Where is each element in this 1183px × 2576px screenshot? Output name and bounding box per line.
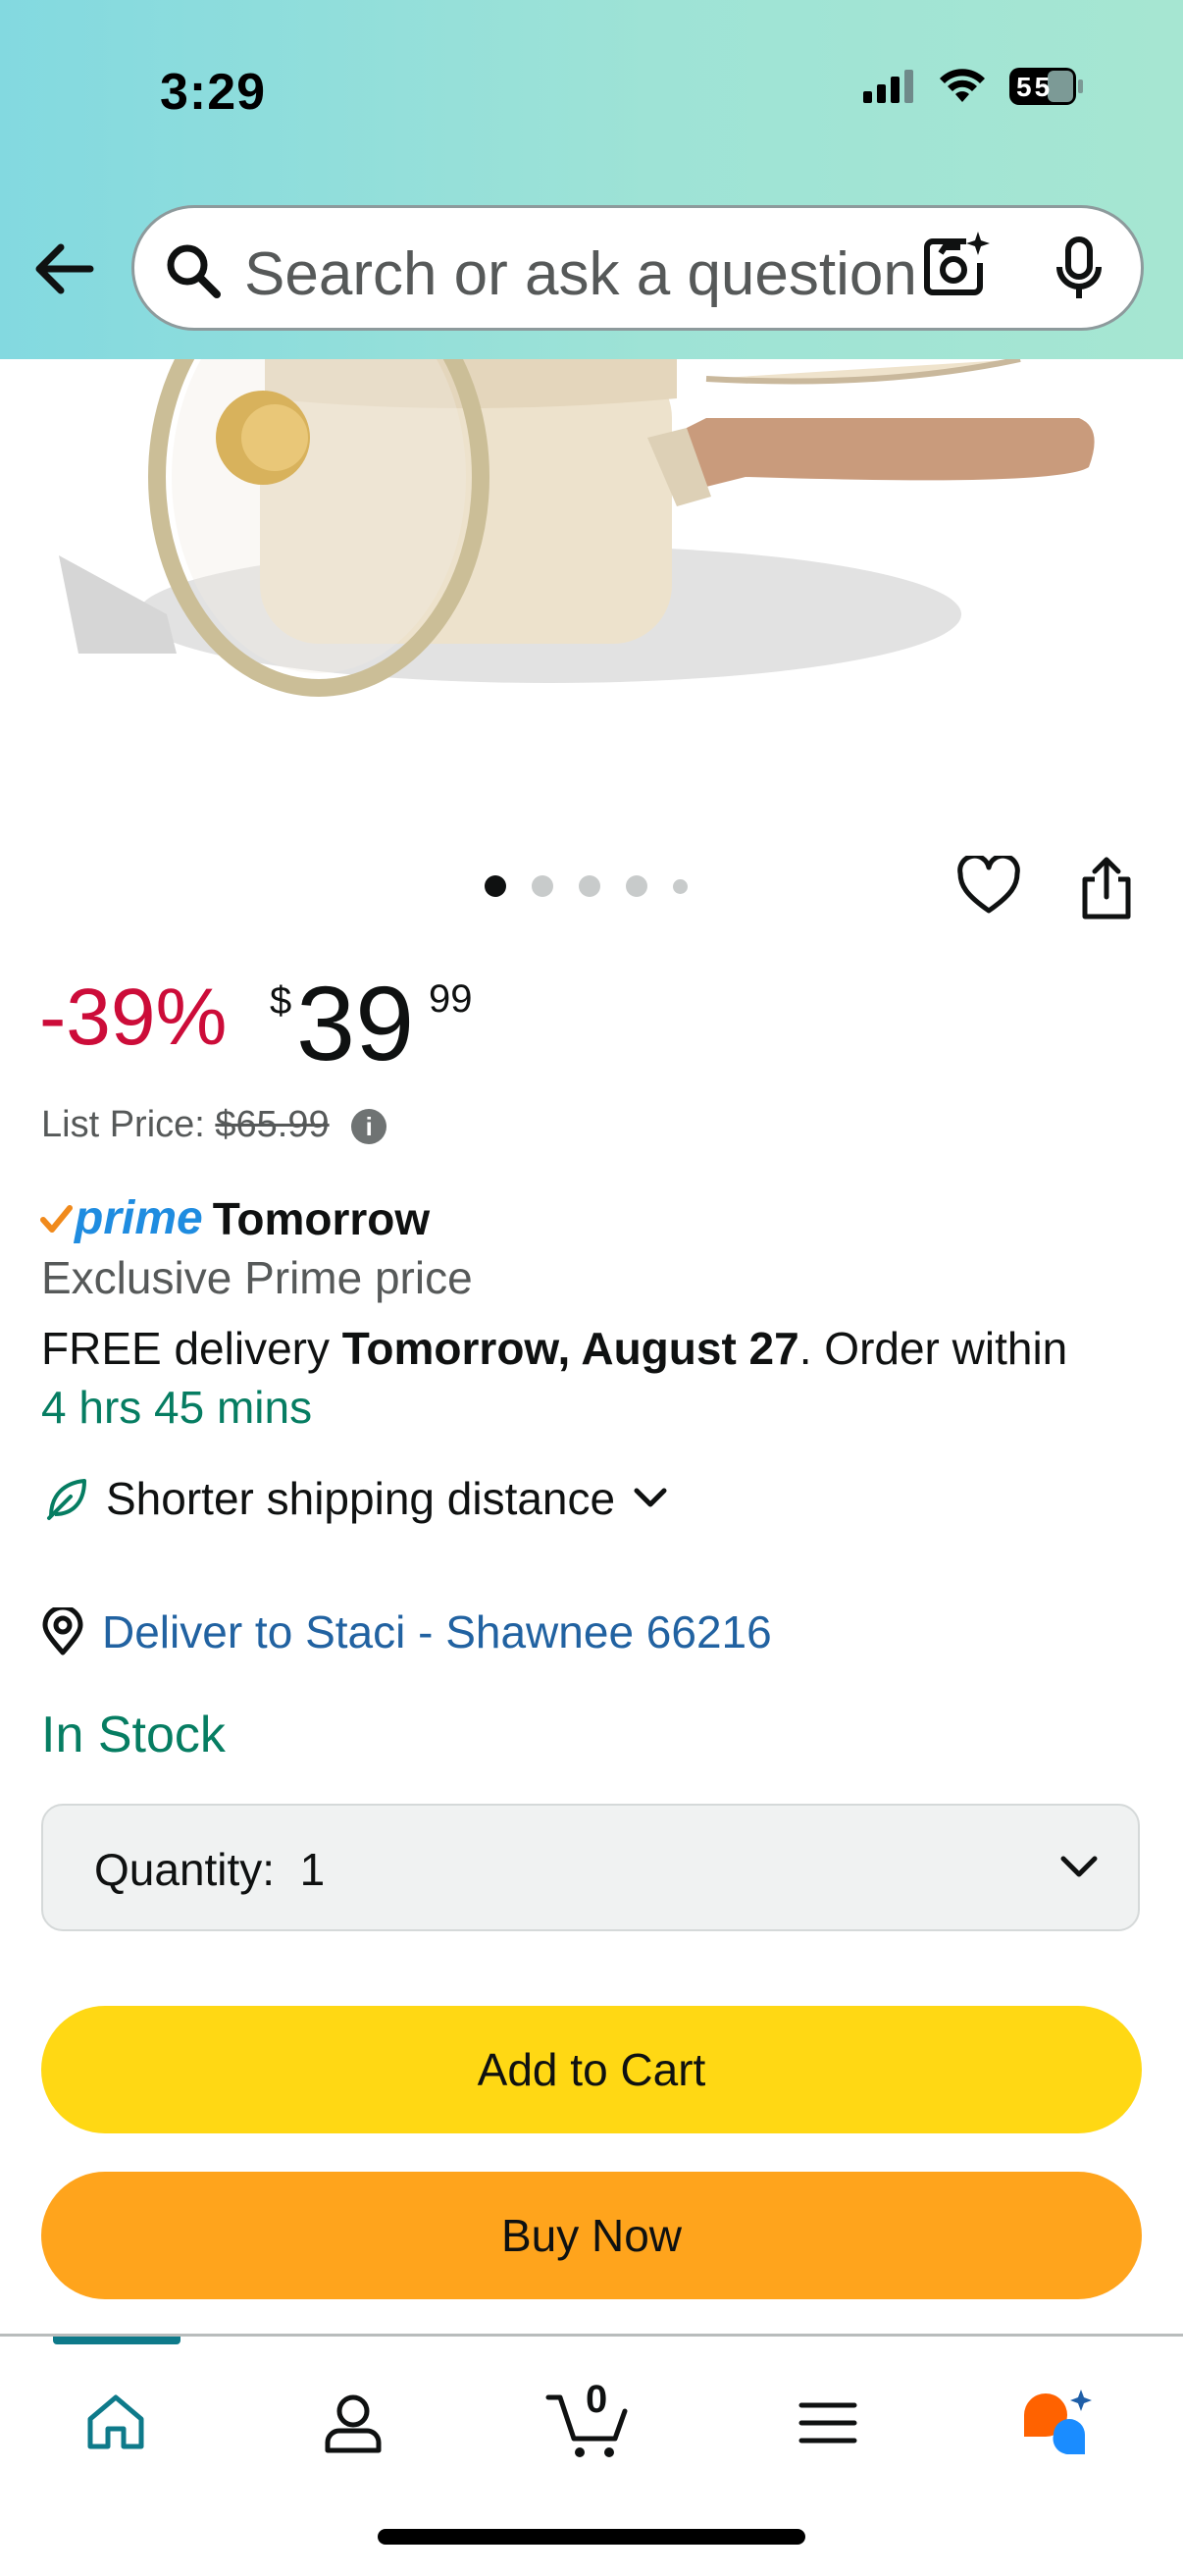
carousel-dot[interactable] [626, 875, 647, 897]
home-indicator[interactable] [378, 2529, 805, 2545]
prime-badge: prime Tomorrow [39, 1191, 430, 1245]
share-icon[interactable] [1077, 854, 1136, 922]
back-arrow-icon [35, 243, 94, 294]
microphone-icon[interactable] [1052, 236, 1106, 304]
battery-icon: 55 [1008, 67, 1085, 106]
wifi-icon [940, 69, 985, 102]
delivery-countdown: 4 hrs 45 mins [41, 1382, 313, 1433]
info-icon[interactable]: i [351, 1108, 387, 1144]
location-pin-icon [42, 1607, 83, 1656]
price-currency: $ [270, 979, 292, 1023]
prime-label: prime [75, 1192, 203, 1244]
prime-delivery-day: Tomorrow [212, 1192, 431, 1244]
cart-count: 0 [586, 2378, 608, 2421]
exclusive-prime-price: Exclusive Prime price [41, 1252, 473, 1303]
top-header: 3:29 55 Search or ask a question [0, 0, 1183, 359]
search-bar[interactable]: Search or ask a question [131, 205, 1144, 331]
buy-now-button[interactable]: Buy Now [41, 2172, 1142, 2299]
delivery-message: FREE delivery Tomorrow, August 27. Order… [41, 1319, 1159, 1437]
price-whole: 39 [296, 964, 415, 1082]
add-to-cart-button[interactable]: Add to Cart [41, 2006, 1142, 2133]
cellular-signal-icon [863, 70, 913, 103]
active-tab-indicator [53, 2337, 180, 2344]
menu-icon [798, 2402, 857, 2444]
chevron-down-icon [1060, 1856, 1098, 1877]
stock-status: In Stock [41, 1707, 226, 1763]
deliver-to-link[interactable]: Deliver to Staci - Shawnee 66216 [41, 1605, 772, 1658]
carousel-dot[interactable] [485, 875, 506, 897]
quantity-value: 1 [299, 1844, 326, 1895]
carousel-dot[interactable] [579, 875, 600, 897]
chevron-down-icon [634, 1488, 667, 1507]
home-icon [87, 2394, 144, 2449]
product-image[interactable] [0, 359, 1183, 830]
list-price-label: List Price: [41, 1104, 205, 1145]
tab-account[interactable] [304, 2374, 402, 2472]
rufus-icon [1024, 2390, 1092, 2455]
quantity-label: Quantity: 1 [94, 1844, 326, 1895]
search-icon [167, 244, 221, 298]
shipping-note: Shorter shipping distance [106, 1473, 616, 1524]
tab-home[interactable] [67, 2374, 165, 2472]
status-time: 3:29 [160, 64, 267, 121]
list-price-value: $65.99 [215, 1104, 330, 1145]
tab-rufus[interactable] [1010, 2374, 1108, 2472]
shorter-shipping-toggle[interactable]: Shorter shipping distance [43, 1472, 670, 1525]
tab-menu[interactable] [779, 2374, 877, 2472]
back-button[interactable] [29, 232, 104, 306]
battery-level: 55 [1016, 72, 1054, 102]
account-icon [325, 2394, 382, 2453]
carousel-dot[interactable] [673, 878, 688, 894]
deliver-to-address[interactable]: Deliver to Staci - Shawnee 66216 [102, 1605, 772, 1658]
delivery-date: Tomorrow, August 27 [341, 1323, 799, 1374]
status-icons: 55 [863, 67, 1085, 106]
delivery-order-within: . Order within [798, 1323, 1068, 1374]
price-fraction: 99 [429, 977, 473, 1021]
carousel-indicator[interactable] [485, 875, 688, 897]
leaf-icon [47, 1479, 86, 1520]
heart-icon[interactable] [956, 856, 1021, 917]
tab-cart[interactable]: 0 [540, 2374, 638, 2472]
list-price: List Price: $65.99 i [41, 1104, 387, 1146]
camera-lens-icon[interactable] [919, 230, 994, 304]
product-photo [59, 359, 1095, 697]
quantity-selector[interactable]: Quantity: 1 [41, 1804, 1140, 1931]
delivery-prefix: FREE delivery [41, 1323, 342, 1374]
carousel-dot[interactable] [532, 875, 553, 897]
prime-check-icon [40, 1204, 73, 1233]
discount-percentage: -39% [39, 973, 228, 1062]
